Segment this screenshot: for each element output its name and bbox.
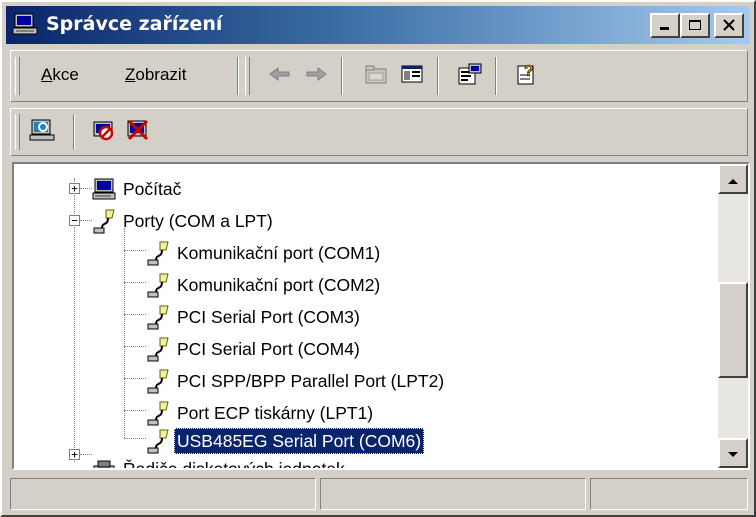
uninstall-device-icon bbox=[125, 118, 151, 146]
toolbar-separator bbox=[237, 57, 239, 95]
close-button[interactable] bbox=[714, 13, 744, 38]
toolbar-separator bbox=[437, 57, 439, 95]
tree-item-radice-disket[interactable]: Řadiče disketových jednotek bbox=[92, 452, 348, 468]
tree-item-label: PCI Serial Port (COM3) bbox=[177, 307, 360, 327]
show-hide-tree-icon bbox=[400, 63, 424, 89]
disable-device-icon bbox=[91, 118, 117, 146]
tree-item-label: Port ECP tiskárny (LPT1) bbox=[177, 403, 374, 423]
tree-line bbox=[124, 250, 146, 251]
tree-item-label: Porty (COM a LPT) bbox=[123, 211, 273, 231]
port-icon bbox=[146, 400, 170, 426]
menu-toolbar: Akce Zobrazit ? bbox=[10, 50, 748, 102]
forward-arrow-icon bbox=[304, 65, 328, 87]
port-icon bbox=[146, 336, 170, 362]
properties-button[interactable] bbox=[455, 61, 485, 91]
scan-hardware-button[interactable] bbox=[27, 117, 57, 147]
tree-line bbox=[124, 228, 125, 438]
expand-toggle[interactable]: + bbox=[69, 183, 80, 194]
maximize-button[interactable] bbox=[680, 13, 710, 38]
device-manager-window: Správce zařízení Akce Zobrazit ? + − + P… bbox=[0, 0, 756, 517]
tree-line bbox=[80, 220, 92, 221]
tree-line bbox=[124, 378, 146, 379]
scroll-down-button[interactable] bbox=[718, 438, 748, 468]
up-folder-icon bbox=[364, 63, 388, 89]
tree-item-com2[interactable]: Komunikační port (COM2) bbox=[146, 268, 383, 302]
scan-hardware-icon bbox=[29, 118, 55, 146]
toolbar-grip[interactable] bbox=[245, 57, 250, 95]
tree-line bbox=[124, 346, 146, 347]
help-button[interactable]: ? bbox=[513, 61, 543, 91]
collapse-toggle[interactable]: − bbox=[69, 215, 80, 226]
tree-item-lpt2[interactable]: PCI SPP/BPP Parallel Port (LPT2) bbox=[146, 364, 447, 398]
show-hide-tree-button[interactable] bbox=[397, 61, 427, 91]
tree-item-label: Komunikační port (COM2) bbox=[177, 275, 381, 295]
tree-line bbox=[124, 282, 146, 283]
tree-item-label: PCI SPP/BPP Parallel Port (LPT2) bbox=[177, 371, 445, 391]
tree-item-label: Řadiče disketových jednotek bbox=[120, 456, 348, 468]
tree-item-label: PCI Serial Port (COM4) bbox=[177, 339, 360, 359]
tree-item-pocitac[interactable]: Počítač bbox=[92, 172, 184, 206]
port-icon bbox=[146, 240, 170, 266]
menu-akce[interactable]: Akce bbox=[41, 65, 79, 85]
status-panel bbox=[320, 478, 586, 510]
tree-line bbox=[80, 454, 92, 455]
tree-item-label: Počítač bbox=[123, 179, 182, 199]
device-tree[interactable]: + − + Počítač Porty (COM a LPT) Komunika… bbox=[12, 162, 750, 470]
svg-text:?: ? bbox=[524, 63, 534, 80]
tree-line bbox=[124, 438, 146, 439]
tree-item-label: Komunikační port (COM1) bbox=[177, 243, 381, 263]
arrow-down-icon bbox=[727, 444, 739, 463]
port-icon bbox=[92, 208, 116, 234]
expand-toggle[interactable]: + bbox=[69, 449, 80, 460]
disable-device-button[interactable] bbox=[89, 117, 119, 147]
tree-item-porty[interactable]: Porty (COM a LPT) bbox=[92, 204, 276, 238]
status-panel bbox=[590, 478, 748, 510]
tree-item-com4[interactable]: PCI Serial Port (COM4) bbox=[146, 332, 363, 366]
arrow-up-icon bbox=[727, 170, 739, 189]
forward-button[interactable] bbox=[301, 61, 331, 91]
uninstall-device-button[interactable] bbox=[123, 117, 153, 147]
device-toolbar bbox=[10, 108, 748, 156]
computer-icon bbox=[92, 176, 116, 202]
minimize-icon bbox=[658, 16, 672, 35]
properties-icon bbox=[457, 62, 483, 90]
back-arrow-icon bbox=[268, 65, 292, 87]
window-title: Správce zařízení bbox=[46, 13, 223, 35]
tree-item-label: USB485EG Serial Port (COM6) bbox=[174, 428, 425, 454]
maximize-icon bbox=[688, 16, 702, 35]
port-icon bbox=[146, 428, 170, 454]
status-bar bbox=[10, 476, 750, 512]
menu-zobrazit[interactable]: Zobrazit bbox=[125, 65, 186, 85]
toolbar-grip[interactable] bbox=[15, 57, 20, 95]
port-icon bbox=[146, 272, 170, 298]
help-icon: ? bbox=[515, 62, 541, 90]
toolbar-separator bbox=[73, 114, 75, 150]
toolbar-separator bbox=[341, 57, 343, 95]
title-bar[interactable]: Správce zařízení bbox=[6, 6, 750, 44]
up-folder-button[interactable] bbox=[361, 61, 391, 91]
port-icon bbox=[146, 304, 170, 330]
status-panel bbox=[10, 478, 316, 510]
port-icon bbox=[146, 368, 170, 394]
computer-icon bbox=[12, 12, 38, 40]
vertical-scrollbar[interactable] bbox=[718, 164, 748, 468]
tree-item-com1[interactable]: Komunikační port (COM1) bbox=[146, 236, 383, 270]
back-button[interactable] bbox=[265, 61, 295, 91]
toolbar-grip[interactable] bbox=[15, 114, 20, 150]
tree-line bbox=[124, 314, 146, 315]
scroll-up-button[interactable] bbox=[718, 164, 748, 194]
floppy-controller-icon bbox=[92, 456, 116, 468]
scrollbar-thumb[interactable] bbox=[718, 282, 748, 378]
toolbar-separator bbox=[495, 57, 497, 95]
tree-line bbox=[80, 188, 92, 189]
tree-line bbox=[124, 410, 146, 411]
tree-item-com3[interactable]: PCI Serial Port (COM3) bbox=[146, 300, 363, 334]
close-icon bbox=[722, 16, 736, 35]
tree-content: + − + Počítač Porty (COM a LPT) Komunika… bbox=[14, 164, 718, 468]
minimize-button[interactable] bbox=[650, 13, 680, 38]
